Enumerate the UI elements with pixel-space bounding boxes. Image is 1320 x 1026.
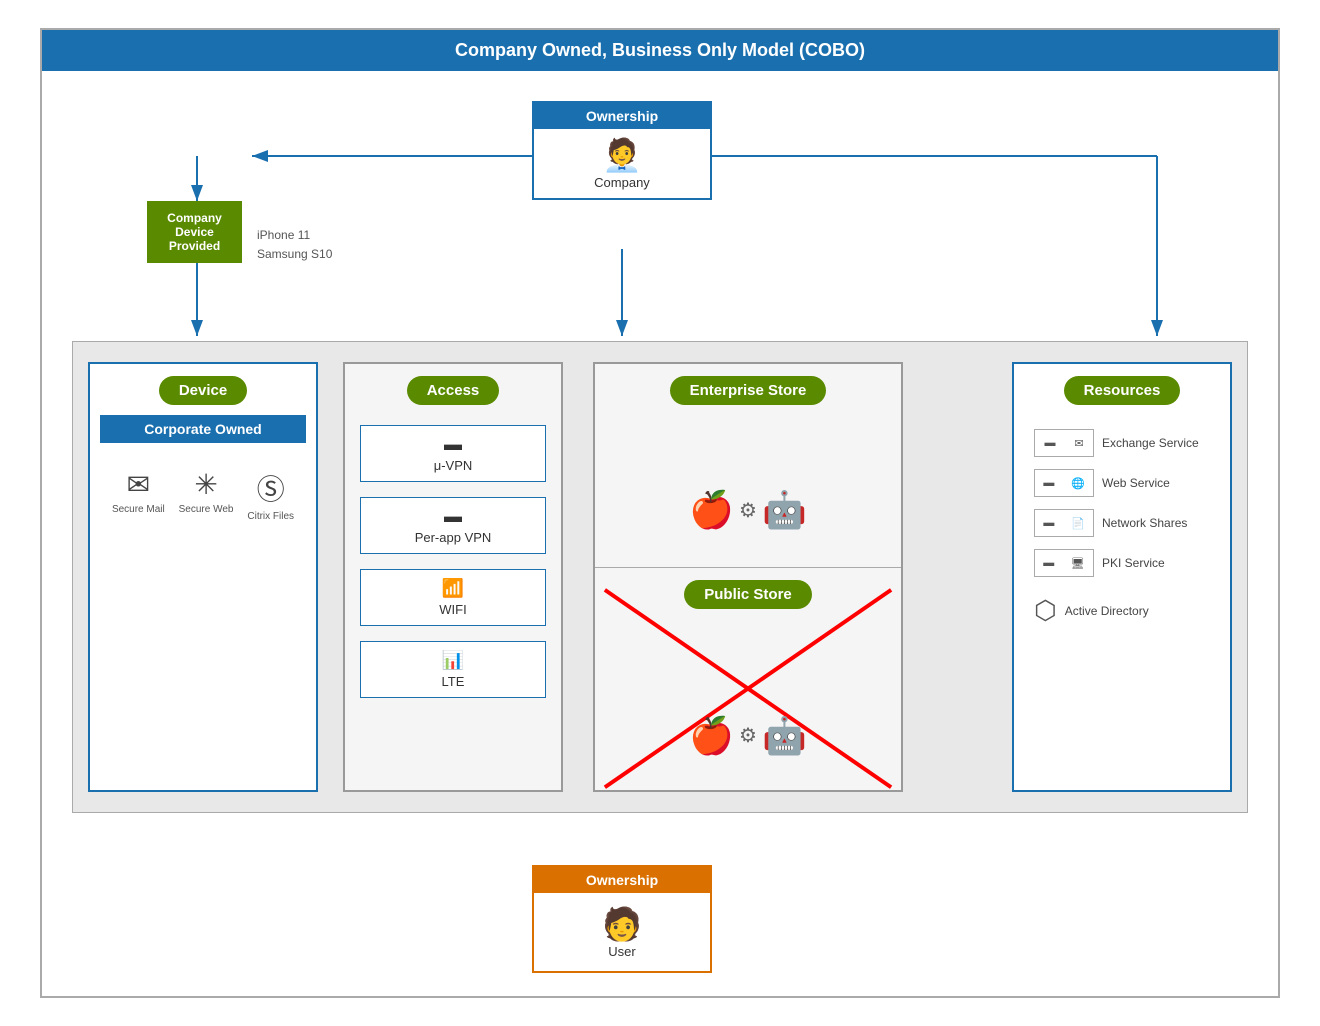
active-directory-item: ⬡ Active Directory [1024, 589, 1220, 632]
web-service-item: ▬ 🌐 Web Service [1024, 463, 1220, 503]
android-icon-2: 🤖 [762, 715, 807, 757]
wifi-icon: 📶 [371, 578, 535, 599]
ownership-company-body: 🧑‍💼 Company [534, 129, 710, 198]
corporate-owned-bar: Corporate Owned [100, 415, 306, 443]
company-person-icon: 🧑‍💼 [539, 139, 705, 171]
connector-icon-2: ⚙ [739, 723, 757, 748]
ownership-user-body: 🧑 User [534, 893, 710, 971]
device-panel-label: Device [159, 376, 247, 405]
panel-store: Enterprise Store 🍎 ⚙ 🤖 Public Store [593, 362, 903, 792]
lte-icon: 📊 [371, 650, 535, 671]
apple-icon-2: 🍎 [689, 715, 734, 757]
mu-vpn-item: ▬ μ-VPN [360, 425, 546, 482]
pki-service-icon: ▬ 🖥 [1034, 549, 1094, 577]
network-shares-item: ▬ 📄 Network Shares [1024, 503, 1220, 543]
pki-service-item: ▬ 🖥 PKI Service [1024, 543, 1220, 583]
panel-access: Access ▬ μ-VPN ▬ Per-app VPN 📶 WIFI [343, 362, 563, 792]
network-shares-icon: ▬ 📄 [1034, 509, 1094, 537]
citrix-files-icon-item: Ⓢ Citrix Files [247, 468, 294, 522]
per-app-vpn-icon: ▬ [371, 506, 535, 527]
per-app-vpn-item: ▬ Per-app VPN [360, 497, 546, 554]
public-store-label: Public Store [684, 580, 812, 609]
ownership-user-header: Ownership [534, 867, 710, 893]
access-items-list: ▬ μ-VPN ▬ Per-app VPN 📶 WIFI 📊 LTE [345, 415, 561, 723]
secure-mail-icon-item: ✉ Secure Mail [112, 468, 165, 522]
exchange-service-item: ▬ ✉ Exchange Service [1024, 423, 1220, 463]
ownership-user-box: Ownership 🧑 User [532, 865, 712, 973]
public-store-section: Public Store 🍎 ⚙ 🤖 [595, 580, 901, 814]
title-bar: Company Owned, Business Only Model (COBO… [42, 30, 1278, 71]
access-panel-label: Access [407, 376, 500, 405]
lte-item: 📊 LTE [360, 641, 546, 698]
secure-web-icon: ✳ [179, 468, 234, 501]
outer-frame: Company Owned, Business Only Model (COBO… [40, 28, 1280, 998]
exchange-service-icon: ▬ ✉ [1034, 429, 1094, 457]
enterprise-store-section: Enterprise Store 🍎 ⚙ 🤖 [595, 376, 901, 568]
android-icon: 🤖 [762, 489, 807, 531]
active-directory-icon: ⬡ [1034, 595, 1057, 626]
device-icons-row: ✉ Secure Mail ✳ Secure Web Ⓢ Citrix File… [90, 458, 316, 532]
web-service-icon: ▬ 🌐 [1034, 469, 1094, 497]
ownership-company-header: Ownership [534, 103, 710, 129]
enterprise-store-icons: 🍎 ⚙ 🤖 [595, 415, 901, 606]
mu-vpn-icon: ▬ [371, 434, 535, 455]
panel-device: Device Corporate Owned ✉ Secure Mail ✳ S… [88, 362, 318, 792]
wifi-item: 📶 WIFI [360, 569, 546, 626]
connector-icon: ⚙ [739, 498, 757, 523]
resources-list: ▬ ✉ Exchange Service ▬ 🌐 Web Service [1014, 415, 1230, 640]
main-container: Device Corporate Owned ✉ Secure Mail ✳ S… [72, 341, 1248, 813]
citrix-files-icon: Ⓢ [247, 468, 294, 508]
panel-resources: Resources ▬ ✉ Exchange Service ▬ [1012, 362, 1232, 792]
resources-panel-label: Resources [1064, 376, 1181, 405]
device-model-labels: iPhone 11 Samsung S10 [257, 226, 332, 264]
secure-web-icon-item: ✳ Secure Web [179, 468, 234, 522]
main-area: Ownership 🧑‍💼 Company Company Device Pro… [42, 71, 1278, 993]
ownership-company-box: Ownership 🧑‍💼 Company [532, 101, 712, 200]
public-store-icons: 🍎 ⚙ 🤖 [595, 619, 901, 853]
enterprise-store-label: Enterprise Store [670, 376, 827, 405]
user-person-icon: 🧑 [539, 908, 705, 940]
apple-icon: 🍎 [689, 489, 734, 531]
company-device-box: Company Device Provided [147, 201, 242, 263]
main-title: Company Owned, Business Only Model (COBO… [455, 40, 865, 60]
secure-mail-icon: ✉ [112, 468, 165, 501]
